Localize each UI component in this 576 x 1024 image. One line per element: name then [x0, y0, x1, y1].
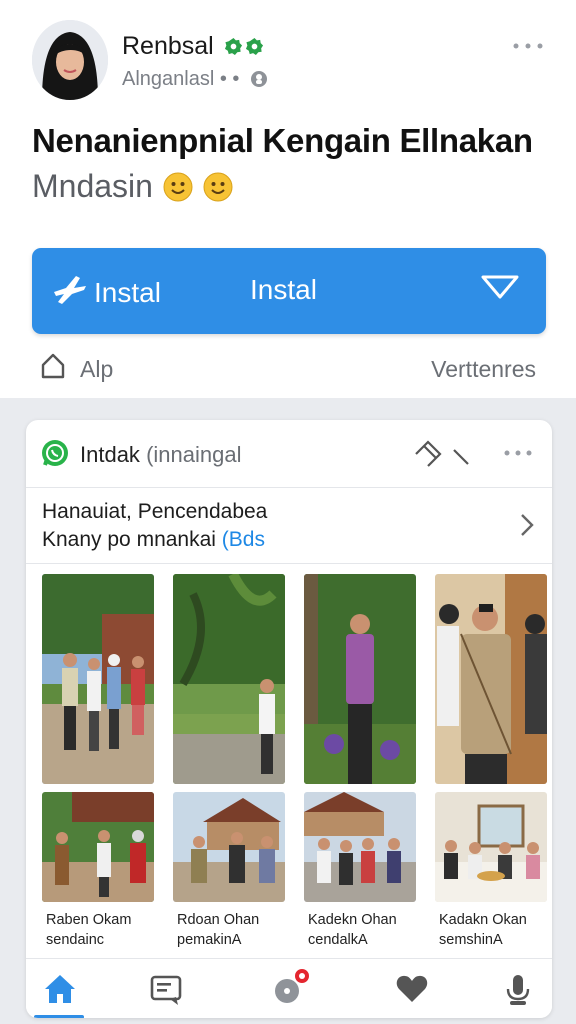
avatar[interactable]	[32, 20, 108, 100]
airplane-icon	[52, 272, 88, 313]
photo-caption: sendainc	[46, 932, 105, 948]
heart-icon[interactable]	[392, 969, 432, 1009]
photo-image[interactable]	[173, 574, 285, 784]
note-line-2: Knany po mnankai (Вds	[42, 528, 265, 552]
smiley-emoji-icon	[203, 172, 233, 202]
install-left-label: Instal	[94, 276, 161, 308]
note-line-2-text: Knany po mnankai	[42, 528, 216, 551]
post-subtitle: Alnganlasl • •	[122, 68, 240, 90]
photo-caption: pemakinА	[177, 932, 242, 948]
notification-icon[interactable]	[269, 967, 311, 1009]
photo-caption: semshinА	[439, 932, 503, 948]
active-tab-indicator	[34, 1015, 84, 1018]
post-headline: Nenanienpnial Kengain Ellnakan	[32, 122, 533, 159]
photo-image[interactable]	[304, 574, 416, 784]
photo-image[interactable]	[173, 792, 285, 902]
user-name[interactable]: Renbsal	[122, 32, 214, 61]
smiley-emoji-icon	[163, 172, 193, 202]
photo-image[interactable]	[304, 792, 416, 902]
verified-badge-icon	[245, 37, 264, 56]
post-subline: Mndasin	[32, 168, 233, 205]
photo-image[interactable]	[435, 574, 547, 784]
bottom-nav	[26, 958, 552, 1018]
photo-gallery: Raben Okam sendainc Rdoan Ohan pemakinА …	[40, 574, 552, 958]
more-dots-icon[interactable]	[510, 38, 546, 54]
mic-icon[interactable]	[498, 969, 538, 1009]
chat-icon[interactable]	[146, 969, 186, 1009]
install-button[interactable]: Instal Instal	[32, 248, 546, 334]
photo-image[interactable]	[42, 792, 154, 902]
photo-caption: Rdoan Ohan	[177, 912, 260, 928]
card-title: Intdak (innaingal	[80, 442, 241, 468]
install-center-label: Instal	[250, 274, 317, 305]
install-left: Instal	[52, 272, 161, 313]
home-icon[interactable]	[40, 969, 80, 1009]
app-link[interactable]: Alp	[40, 352, 113, 386]
whatsapp-icon	[40, 438, 70, 468]
note-link[interactable]: (Вds	[222, 528, 265, 551]
photo-caption: cendalkА	[308, 932, 368, 948]
post-subline-text: Mndasin	[32, 168, 153, 204]
photo-image[interactable]	[42, 574, 154, 784]
card-title-main: Intdak	[80, 442, 140, 467]
photo-caption: Kadakn Okan	[439, 912, 527, 928]
photo-image[interactable]	[435, 792, 547, 902]
verified-badge-icon	[224, 37, 243, 56]
house-outline-icon	[40, 352, 66, 386]
chevron-right-icon	[518, 512, 536, 538]
more-dots-icon[interactable]	[502, 446, 534, 460]
app-link-label: Alp	[80, 355, 114, 382]
card-note[interactable]: Нanauiat, Pencendabea Knany po mnankai (…	[26, 488, 552, 564]
photo-caption: Kadekn Ohan	[308, 912, 397, 928]
notification-badge	[293, 967, 311, 985]
post-header-panel: Renbsal Alnganlasl • • Nenanienpnial Ken…	[0, 0, 576, 398]
share-arrows-icon[interactable]	[412, 436, 474, 470]
note-line-1: Нanauiat, Pencendabea	[42, 500, 268, 523]
versions-link[interactable]: Verttenres	[431, 356, 536, 383]
photo-caption: Raben Okam	[46, 912, 132, 928]
globe-icon	[250, 70, 268, 88]
triangle-down-icon[interactable]	[480, 272, 520, 302]
verified-badges	[224, 37, 264, 56]
card-title-sub: (innaingal	[146, 442, 242, 467]
card-header: Intdak (innaingal	[26, 420, 552, 488]
post-card: Intdak (innaingal Нanauiat, Pencendabea …	[26, 420, 552, 1018]
